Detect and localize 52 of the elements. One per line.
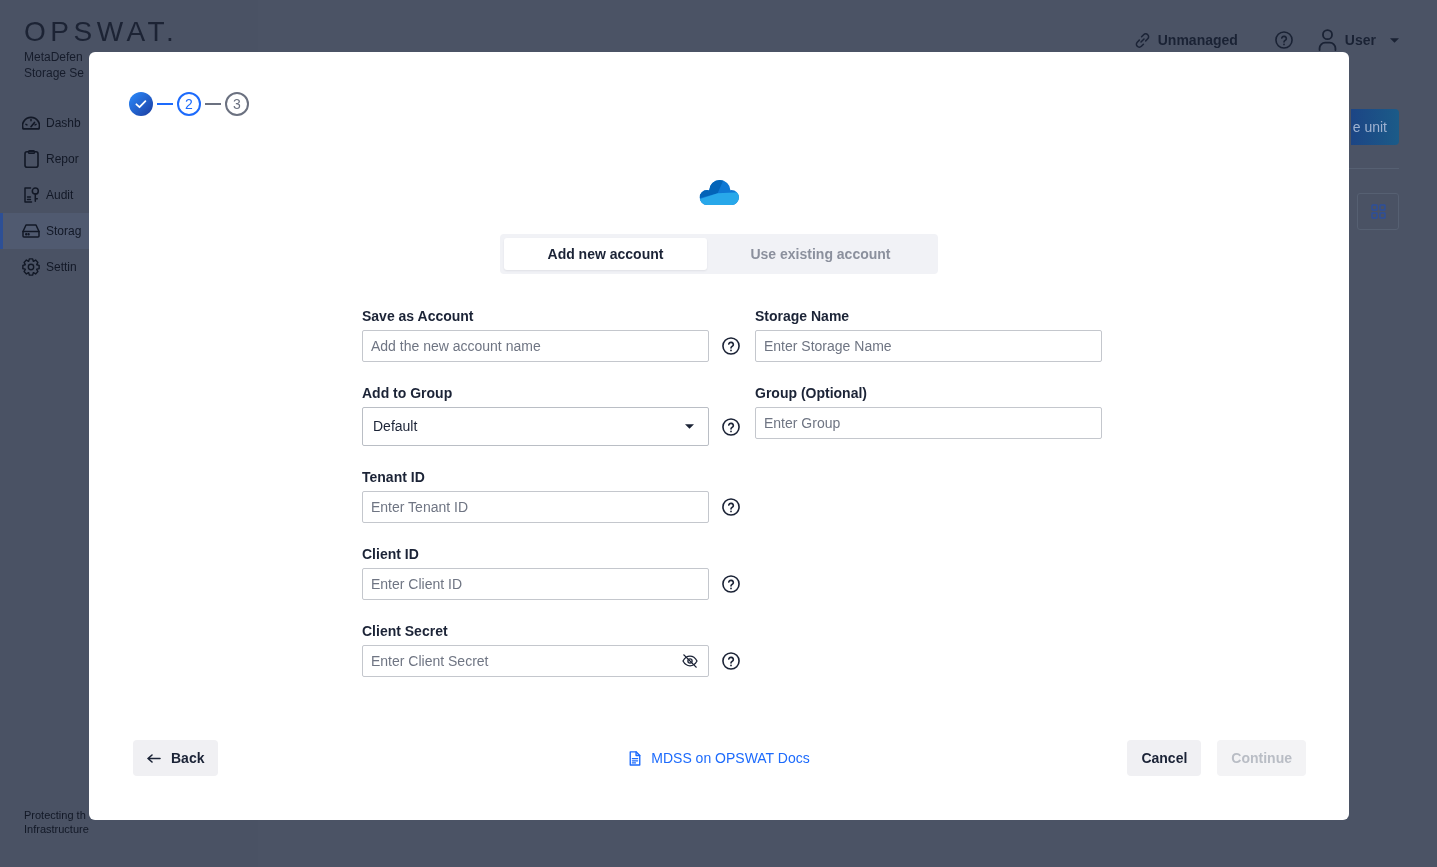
tab[interactable]: Add new account [504, 238, 707, 270]
text-field[interactable]: Enter Storage Name [755, 330, 1102, 362]
dialog-button[interactable]: Cancel [1127, 740, 1202, 776]
link-icon [1134, 32, 1150, 48]
step-number: 2 [177, 92, 201, 116]
step-connector [205, 103, 221, 105]
help-icon[interactable] [722, 337, 740, 355]
tagline-text: Protecting th [23, 808, 86, 822]
product-name-text: Storage Se [23, 65, 85, 81]
nav-item[interactable]: Settin [0, 249, 89, 285]
nav-item[interactable]: Storag [0, 213, 89, 249]
settings-icon [22, 258, 40, 276]
field-label: Add to Group [362, 384, 453, 403]
field-label: Group (Optional) [755, 384, 867, 403]
help-icon[interactable] [722, 575, 740, 593]
text-field[interactable]: Enter Tenant ID [362, 491, 709, 523]
text-field[interactable]: Enter Client ID [362, 568, 709, 600]
cloud-icon [699, 180, 739, 205]
grid-icon [1370, 204, 1386, 219]
nav-item[interactable]: Dashb [0, 105, 89, 141]
field-label: Save as Account [362, 307, 474, 326]
docs-link[interactable]: MDSS on OPSWAT Docs [629, 747, 810, 769]
gauge-icon [22, 116, 40, 130]
help-icon[interactable] [722, 652, 740, 670]
tagline-text: Infrastructure [23, 822, 89, 836]
field-label: Storage Name [755, 307, 850, 326]
product-name-text: MetaDefen [23, 49, 83, 65]
eye-slash-icon[interactable] [682, 654, 698, 668]
drive-icon [22, 224, 40, 238]
dropdown-select[interactable]: Default [362, 407, 709, 446]
help-icon[interactable] [722, 417, 740, 436]
nav-item[interactable]: Audit [0, 177, 89, 213]
tab[interactable]: Use existing account [706, 238, 934, 270]
text-field[interactable]: Add the new account name [362, 330, 709, 362]
help-icon[interactable] [722, 498, 740, 516]
caret-icon [685, 424, 694, 429]
nav-item[interactable]: Repor [0, 141, 89, 177]
caret-icon [1390, 37, 1399, 43]
step-connector [157, 103, 173, 105]
user-icon [1317, 29, 1337, 51]
action-button[interactable]: e unit [1350, 109, 1399, 145]
field-label: Client ID [362, 545, 419, 564]
password-field[interactable]: Enter Client Secret [362, 645, 709, 677]
back-button[interactable]: Back [133, 740, 219, 776]
clipboard-icon [23, 150, 39, 168]
document-key-icon [23, 187, 39, 203]
arrow-left-icon [147, 753, 161, 763]
document-icon [629, 750, 642, 766]
step-number: 3 [225, 92, 249, 116]
field-label: Client Secret [362, 622, 448, 641]
field-label: Tenant ID [362, 468, 425, 487]
text-field[interactable]: Enter Group [755, 407, 1102, 439]
